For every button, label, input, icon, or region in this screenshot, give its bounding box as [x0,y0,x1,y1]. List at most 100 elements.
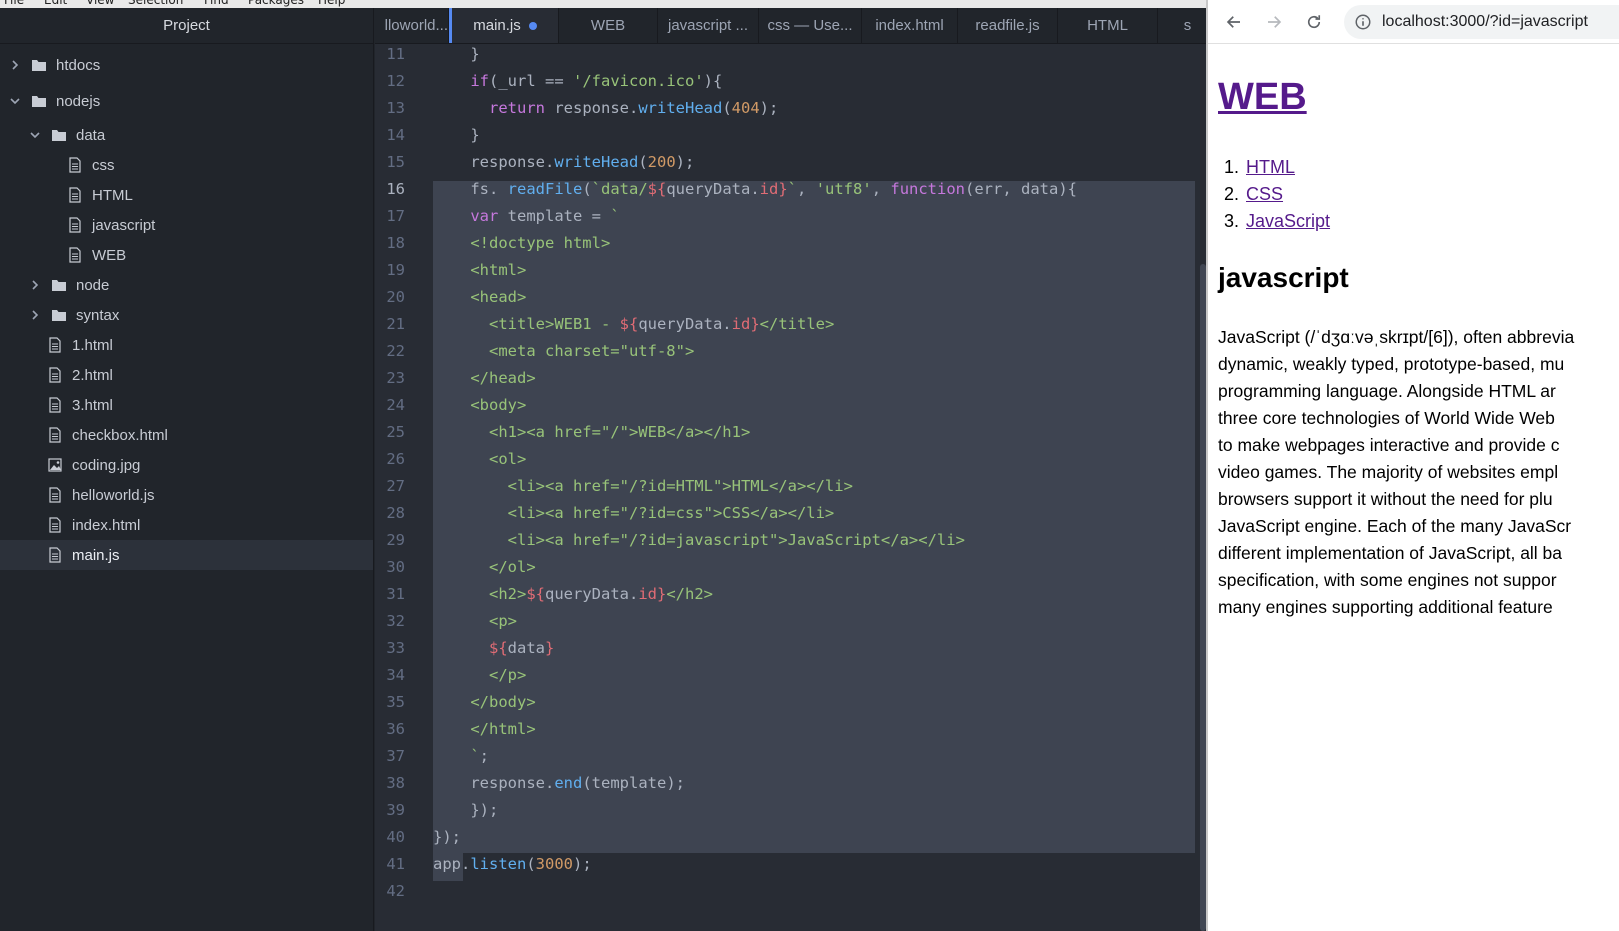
code-token: return [489,99,545,117]
tree-item-web[interactable]: WEB [0,240,373,270]
tab-lloworld[interactable]: lloworld... [375,8,449,43]
code-line[interactable]: } [433,44,479,68]
tree-item-html[interactable]: HTML [0,180,373,210]
tab-s[interactable]: s [1158,8,1206,43]
tab-html[interactable]: HTML [1058,8,1158,43]
code-line[interactable]: `; [433,742,489,770]
tree-item-main-js[interactable]: main.js [0,540,373,570]
code-line[interactable]: } [433,121,479,149]
code-line[interactable]: <p> [433,607,517,635]
code-line[interactable]: <li><a href="/?id=javascript">JavaScript… [433,526,965,554]
tree-item-label: WEB [92,246,127,264]
code-line[interactable]: app.listen(3000); [433,850,592,878]
tree-item-checkbox-html[interactable]: checkbox.html [0,420,373,450]
code-line[interactable]: fs. readFile(`data/${queryData.id}`, 'ut… [433,175,1077,203]
code-line[interactable]: </ol> [433,553,536,581]
forward-button[interactable] [1262,10,1286,34]
tree-item-data[interactable]: data [0,120,373,150]
paragraph-line: many engines supporting additional featu… [1218,597,1553,617]
code-line[interactable]: response.writeHead(200); [433,148,694,176]
code-line[interactable]: <meta charset="utf-8"> [433,337,694,365]
code-line[interactable]: </p> [433,661,526,689]
reload-button[interactable] [1302,10,1326,34]
arrow-right-icon [1268,16,1282,28]
menu-item[interactable]: File [4,0,24,7]
address-bar[interactable]: localhost:3000/?id=javascript [1344,5,1619,39]
line-number: 33 [386,639,405,657]
code-token: (_url == [489,72,573,90]
code-line[interactable]: <head> [433,283,526,311]
code-token: ){ [703,72,723,90]
chevron-right-icon[interactable] [8,58,22,72]
code-line[interactable]: <h2>${queryData.id}</h2> [433,580,713,608]
tree-item-helloworld-js[interactable]: helloworld.js [0,480,373,510]
back-button[interactable] [1222,10,1246,34]
code-line[interactable]: </html> [433,715,535,743]
tree-item-coding-jpg[interactable]: coding.jpg [0,450,373,480]
menu-item[interactable]: Edit [44,0,67,7]
menu-item[interactable]: Selection [128,0,183,7]
code-line[interactable]: <html> [433,256,526,284]
code-line[interactable]: return response.writeHead(404); [433,94,778,122]
tree-item-nodejs[interactable]: nodejs [0,86,373,116]
tab-readfile-js[interactable]: readfile.js [958,8,1058,43]
code-token: <p> [433,612,517,630]
tree-item-3-html[interactable]: 3.html [0,390,373,420]
tree-item-htdocs[interactable]: htdocs [0,50,373,80]
menu-item[interactable]: Packages [248,0,304,7]
code-token: , [797,180,816,198]
code-token: if [470,72,489,90]
tab-javascript[interactable]: javascript ... [658,8,759,43]
code-line[interactable]: }); [433,823,461,851]
code-line[interactable]: <!doctype html> [433,229,610,257]
tree-item-1-html[interactable]: 1.html [0,330,373,360]
code-line[interactable]: ${data} [433,634,554,662]
code-line[interactable]: var template = ` [433,202,619,230]
topic-link-javascript[interactable]: JavaScript [1246,211,1330,231]
tree-item-node[interactable]: node [0,270,373,300]
code-line[interactable]: <li><a href="/?id=HTML">HTML</a></li> [433,472,853,500]
tree-item-index-html[interactable]: index.html [0,510,373,540]
code-line[interactable]: response.end(template); [433,769,685,797]
menubar: File Edit View Selection Find Packages Help [0,0,1206,8]
menu-item[interactable]: Find [204,0,229,7]
tab-index-html[interactable]: index.html [862,8,958,43]
menu-item[interactable]: Help [318,0,345,7]
code-line[interactable]: </body> [433,688,535,716]
tree-item-javascript[interactable]: javascript [0,210,373,240]
line-number: 24 [386,396,405,414]
code-line[interactable]: <h1><a href="/">WEB</a></h1> [433,418,750,446]
tree-item-css[interactable]: css [0,150,373,180]
home-link[interactable]: WEB [1218,76,1307,118]
chevron-down-icon[interactable] [28,128,42,142]
chevron-right-icon[interactable] [28,308,42,322]
topic-link-html[interactable]: HTML [1246,157,1295,177]
tab-css-use[interactable]: css — Use... [759,8,862,43]
code-line[interactable]: <body> [433,391,526,419]
code-line[interactable]: </head> [433,364,535,392]
code-line[interactable]: <ol> [433,445,526,473]
tree-item-2-html[interactable]: 2.html [0,360,373,390]
chevron-right-icon[interactable] [28,278,42,292]
code-token: data [507,639,545,657]
code-line[interactable]: <title>WEB1 - ${queryData.id}</title> [433,310,834,338]
code-line[interactable]: if(_url == '/favicon.ico'){ [433,67,722,95]
code-line[interactable]: <li><a href="/?id=css">CSS</a></li> [433,499,835,527]
menu-item[interactable]: View [86,0,114,7]
tree-item-syntax[interactable]: syntax [0,300,373,330]
paragraph-line: video games. The majority of websites em… [1218,462,1559,482]
code-token: (err, data){ [965,180,1077,198]
chevron-down-icon[interactable] [8,94,22,108]
paragraph-line: programming language. Alongside HTML ar [1218,381,1556,401]
code-token: listen [470,855,527,873]
file-text-icon [66,156,84,174]
topic-link-css[interactable]: CSS [1246,184,1283,204]
line-number: 16 [386,180,405,198]
code-editor[interactable]: 11 12 13 14 15 16 17 18 19 20 21 22 23 24 25 26 27 28 29 30… [375,44,1206,931]
list-number: 2. [1224,184,1240,204]
tab-main-js[interactable]: main.js [449,8,559,43]
code-token: (template); [582,774,685,792]
code-line[interactable]: }); [433,796,498,824]
tab-web[interactable]: WEB [559,8,658,43]
